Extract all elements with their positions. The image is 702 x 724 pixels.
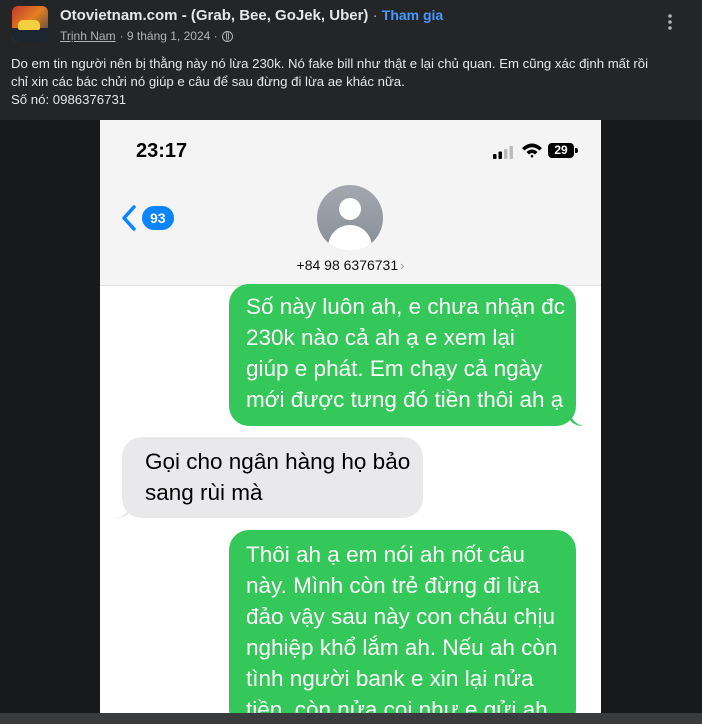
message-line: Gọi cho ngân hàng họ bảo [145,449,411,474]
status-time: 23:17 [136,140,188,162]
bubble-tail [116,504,130,518]
contact-avatar[interactable] [317,185,383,251]
post-body-line: Do em tin người nên bị thằng này nó lừa … [11,56,648,71]
post-body-line: chỉ xin các bác chửi nó giúp e câu để sa… [11,74,405,89]
post-date[interactable]: · 9 tháng 1, 2024 · [120,29,218,43]
chevron-left-icon [122,205,136,231]
message-line: Số này luôn ah, e chưa nhận đc [246,294,566,319]
message-line: mới được tưng đó tiền thôi ah ạ [246,387,564,412]
join-group-link[interactable]: Tham gia [382,7,443,23]
attached-screenshot[interactable]: 23:17 29 93 +84 98 6376731 › Số này luôn… [100,120,601,724]
message-line: giúp e phát. Em chạy cả ngày [246,356,543,381]
message-line: Thôi ah ạ em nói ah nốt câu [246,542,525,567]
unread-count-badge: 93 [142,206,174,230]
group-title-row: Otovietnam.com - (Grab, Bee, GoJek, Uber… [60,7,443,24]
group-avatar[interactable] [12,6,48,42]
message-line: này. Mình còn trẻ đừng đi lừa [246,573,540,598]
message-line: đảo vậy sau này con cháu chịu [246,604,555,629]
post-body: Do em tin người nên bị thằng này nó lừa … [11,55,695,109]
cellular-signal-icon [493,146,513,159]
more-options-icon[interactable] [660,12,680,32]
message-bubble-sent[interactable]: Thôi ah ạ em nói ah nốt câu này. Mình cò… [229,530,576,724]
post-meta: Trịnh Nam · 9 tháng 1, 2024 · [60,29,233,43]
message-line: tình người bank e xin lại nửa [246,666,534,691]
post-body-line: Số nó: 0986376731 [11,92,127,107]
wifi-icon [522,143,542,158]
message-line: nghiệp khổ lắm ah. Nếu ah còn [246,635,558,660]
battery-level: 29 [548,143,574,158]
post-footer-divider [0,713,702,724]
battery-icon: 29 [548,143,579,159]
message-bubble-received[interactable]: Gọi cho ngân hàng họ bảo sang rùi mà [122,437,423,518]
post-header: Otovietnam.com - (Grab, Bee, GoJek, Uber… [0,0,702,120]
bubble-tail [570,412,584,426]
message-line: 230k nào cả ah ạ e xem lại [246,325,515,350]
ios-message-header: 23:17 29 93 +84 98 6376731 › [100,120,601,286]
contact-name-button[interactable]: +84 98 6376731 › [100,257,601,273]
group-name-link[interactable]: Otovietnam.com - (Grab, Bee, GoJek, Uber… [60,7,368,24]
message-bubble-sent[interactable]: Số này luôn ah, e chưa nhận đc 230k nào … [229,284,576,426]
chevron-right-icon: › [400,258,405,273]
globe-icon [221,30,233,42]
message-line: sang rùi mà [145,480,263,505]
join-separator: · [372,7,378,24]
contact-number: +84 98 6376731 [296,257,399,273]
back-button[interactable]: 93 [120,204,174,232]
author-link[interactable]: Trịnh Nam [60,29,116,43]
